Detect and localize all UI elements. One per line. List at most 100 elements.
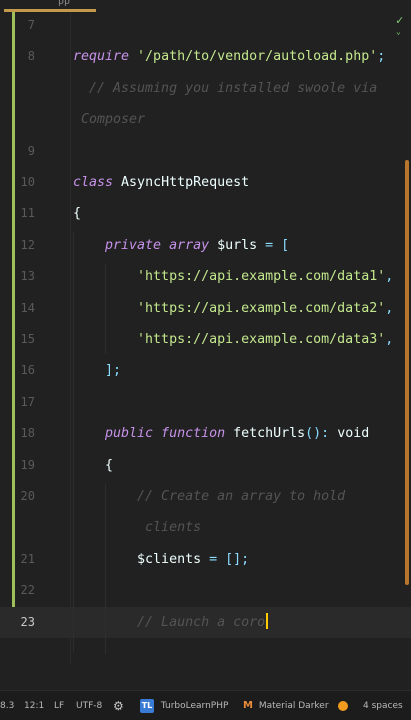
- code-line[interactable]: 10 class AsyncHttpRequest: [0, 167, 411, 198]
- line-number: 15: [20, 332, 35, 346]
- code-line[interactable]: 14 'https://api.example.com/data2',: [0, 293, 411, 324]
- code-text: {: [73, 198, 81, 229]
- code-line[interactable]: clients: [0, 512, 411, 543]
- code-text: Composer: [73, 104, 145, 135]
- code-text: {: [73, 450, 113, 481]
- code-token: {: [73, 206, 82, 222]
- code-text: // Launch a coro: [73, 607, 268, 638]
- code-line[interactable]: 9: [0, 136, 411, 167]
- code-line[interactable]: // Assuming you installed swoole via: [0, 73, 411, 104]
- code-token: 'https://api.example.com/data2': [73, 300, 386, 316]
- line-number: 20: [20, 489, 35, 503]
- code-text: require '/path/to/vendor/autoload.php';: [73, 41, 385, 72]
- code-token: ,: [385, 332, 394, 347]
- status-bar: 8.3 12:1 LF UTF-8 ⚙ TL TurboLearnPHP M M…: [0, 690, 411, 720]
- code-token: $urls: [217, 237, 258, 253]
- line-number: 19: [20, 457, 35, 472]
- line-ending[interactable]: LF: [54, 691, 64, 720]
- code-token: ];: [73, 363, 122, 379]
- code-token: ;: [377, 49, 386, 65]
- plugin-name: TurboLearnPHP: [160, 701, 229, 711]
- code-token: public function: [73, 426, 234, 442]
- code-line[interactable]: 13 'https://api.example.com/data1',: [0, 261, 411, 292]
- line-number: 21: [20, 551, 35, 566]
- code-token: Composer: [73, 112, 146, 128]
- code-token: 'https://api.example.com/data1': [73, 269, 386, 285]
- code-token: fetchUrls: [233, 426, 306, 442]
- code-token: AsyncHttpRequest: [121, 175, 250, 190]
- code-token: private array: [73, 237, 218, 253]
- code-token: ,: [385, 269, 394, 285]
- code-token: // Create an array to hold: [73, 489, 346, 504]
- code-line[interactable]: 21 $clients = [];: [0, 544, 411, 575]
- vertical-scrollbar-thumb[interactable]: [405, 160, 409, 585]
- code-line[interactable]: 19 {: [0, 450, 411, 481]
- material-theme-icon: M: [243, 700, 253, 711]
- code-token: ,: [385, 300, 394, 316]
- code-token: clients: [73, 520, 202, 536]
- code-token: $clients: [73, 551, 202, 567]
- code-token: 'https://api.example.com/data3': [73, 332, 386, 347]
- code-token: '/path/to/vendor/autoload.php': [137, 49, 378, 65]
- line-number: 14: [20, 300, 35, 315]
- line-number: 18: [20, 426, 35, 441]
- line-number: 10: [20, 175, 35, 189]
- code-line[interactable]: 11 {: [0, 198, 411, 229]
- code-text: // Create an array to hold: [73, 481, 345, 512]
- status-dot-icon: [338, 700, 348, 711]
- theme-name: Material Darker: [258, 701, 329, 711]
- line-number: 17: [20, 394, 35, 409]
- code-line[interactable]: 23 // Launch a coro: [0, 606, 411, 638]
- code-text: $clients = [];: [73, 544, 249, 575]
- code-line[interactable]: 18 public function fetchUrls(): void: [0, 418, 411, 449]
- code-line[interactable]: 8 require '/path/to/vendor/autoload.php';: [0, 41, 411, 72]
- plugin-widget[interactable]: TL TurboLearnPHP: [140, 691, 228, 720]
- line-number: 23: [20, 614, 35, 629]
- indent-guide: [105, 264, 106, 354]
- line-number: 7: [27, 18, 35, 32]
- code-text: 'https://api.example.com/data1',: [73, 261, 393, 292]
- code-token: = [];: [201, 551, 250, 567]
- code-token: require: [73, 49, 138, 65]
- code-token: {: [73, 457, 114, 473]
- code-text: public function fetchUrls(): void: [73, 418, 369, 449]
- code-text: 'https://api.example.com/data3',: [73, 324, 393, 355]
- php-version-indicator[interactable]: 8.3: [0, 691, 14, 720]
- theme-widget[interactable]: M Material Darker: [243, 691, 329, 720]
- code-token: class: [73, 175, 122, 190]
- code-line[interactable]: 12 private array $urls = [: [0, 230, 411, 261]
- code-token: ():: [305, 426, 338, 442]
- line-number: 8: [27, 49, 35, 64]
- turbolearn-badge-icon: TL: [140, 698, 154, 713]
- tab-label-fragment[interactable]: pp: [58, 0, 70, 7]
- code-text: clients: [73, 512, 201, 543]
- code-line[interactable]: 17: [0, 387, 411, 418]
- code-line[interactable]: 20 // Create an array to hold: [0, 481, 411, 512]
- code-text: private array $urls = [: [73, 230, 289, 261]
- indent-guide: [105, 484, 106, 654]
- code-text: // Assuming you installed swoole via: [73, 73, 377, 104]
- line-number: 13: [20, 269, 35, 284]
- line-number: 11: [20, 206, 35, 221]
- code-token: // Launch a coro: [73, 614, 266, 630]
- line-number: 12: [20, 237, 35, 252]
- gear-icon[interactable]: ⚙: [113, 691, 124, 720]
- code-text: 'https://api.example.com/data2',: [73, 293, 393, 324]
- indent-setting[interactable]: 4 spaces: [363, 691, 403, 720]
- code-line[interactable]: 7: [0, 10, 411, 41]
- caret-position[interactable]: 12:1: [24, 691, 44, 720]
- code-line[interactable]: Composer: [0, 104, 411, 135]
- code-line[interactable]: 22: [0, 575, 411, 606]
- status-indicator[interactable]: [338, 691, 348, 720]
- code-token: void: [337, 426, 370, 442]
- text-cursor: [266, 612, 268, 629]
- code-token: // Assuming you installed swoole via: [73, 80, 378, 96]
- code-line[interactable]: 16 ];: [0, 355, 411, 386]
- code-line[interactable]: 15 'https://api.example.com/data3',: [0, 324, 411, 355]
- file-encoding[interactable]: UTF-8: [76, 691, 102, 720]
- code-token: = [: [257, 237, 290, 253]
- code-text: class AsyncHttpRequest: [73, 167, 249, 198]
- line-number: 9: [27, 143, 35, 158]
- line-number: 16: [20, 363, 35, 378]
- indent-guide: [73, 232, 74, 652]
